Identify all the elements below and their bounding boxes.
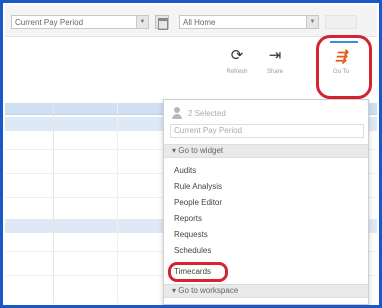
goto-dropdown-panel: 2 Selected Current Pay Period ▾ Go to wi… [163, 99, 369, 305]
location-select[interactable]: All Home ▼ [179, 15, 319, 29]
grid-column-line [117, 103, 118, 303]
screenshot-frame: Current Pay Period ▼ All Home ▼ ⟳ Refres… [0, 0, 382, 308]
timekeeping-app: Current Pay Period ▼ All Home ▼ ⟳ Refres… [5, 5, 377, 305]
top-toolbar: Current Pay Period ▼ All Home ▼ [5, 5, 377, 37]
menu-item-reports[interactable]: Reports [174, 212, 202, 226]
goto-highlight-circle [316, 35, 372, 99]
menu-item-audits[interactable]: Audits [174, 164, 196, 178]
menu-item-rule-analysis[interactable]: Rule Analysis [174, 180, 222, 194]
user-icon [172, 107, 182, 119]
chevron-down-icon[interactable]: ▼ [136, 16, 148, 28]
selected-count: 2 Selected [172, 106, 226, 120]
period-field: Current Pay Period [170, 124, 364, 138]
selected-count-text: 2 Selected [188, 108, 226, 118]
location-select-value: All Home [183, 17, 216, 27]
grid-column-line [53, 103, 54, 303]
share-icon: ⇥ [268, 47, 282, 64]
chevron-down-icon[interactable]: ▼ [306, 16, 318, 28]
refresh-label: Refresh [226, 69, 248, 75]
refresh-button[interactable]: ⟳ Refresh [219, 47, 255, 75]
goto-workspace-header[interactable]: ▾ Go to workspace [164, 284, 368, 298]
menu-item-people-editor[interactable]: People Editor [174, 196, 222, 210]
period-select[interactable]: Current Pay Period ▼ [11, 15, 149, 29]
timecards-highlight-circle [168, 262, 228, 282]
goto-widget-header[interactable]: ▾ Go to widget [164, 144, 368, 158]
period-select-value: Current Pay Period [15, 17, 84, 27]
share-button[interactable]: ⇥ Share [257, 47, 293, 75]
menu-item-requests[interactable]: Requests [174, 228, 208, 242]
share-label: Share [266, 69, 283, 75]
refresh-icon: ⟳ [230, 47, 244, 64]
calendar-icon[interactable] [155, 15, 169, 30]
apply-button[interactable] [325, 15, 357, 29]
menu-item-schedules[interactable]: Schedules [174, 244, 211, 258]
